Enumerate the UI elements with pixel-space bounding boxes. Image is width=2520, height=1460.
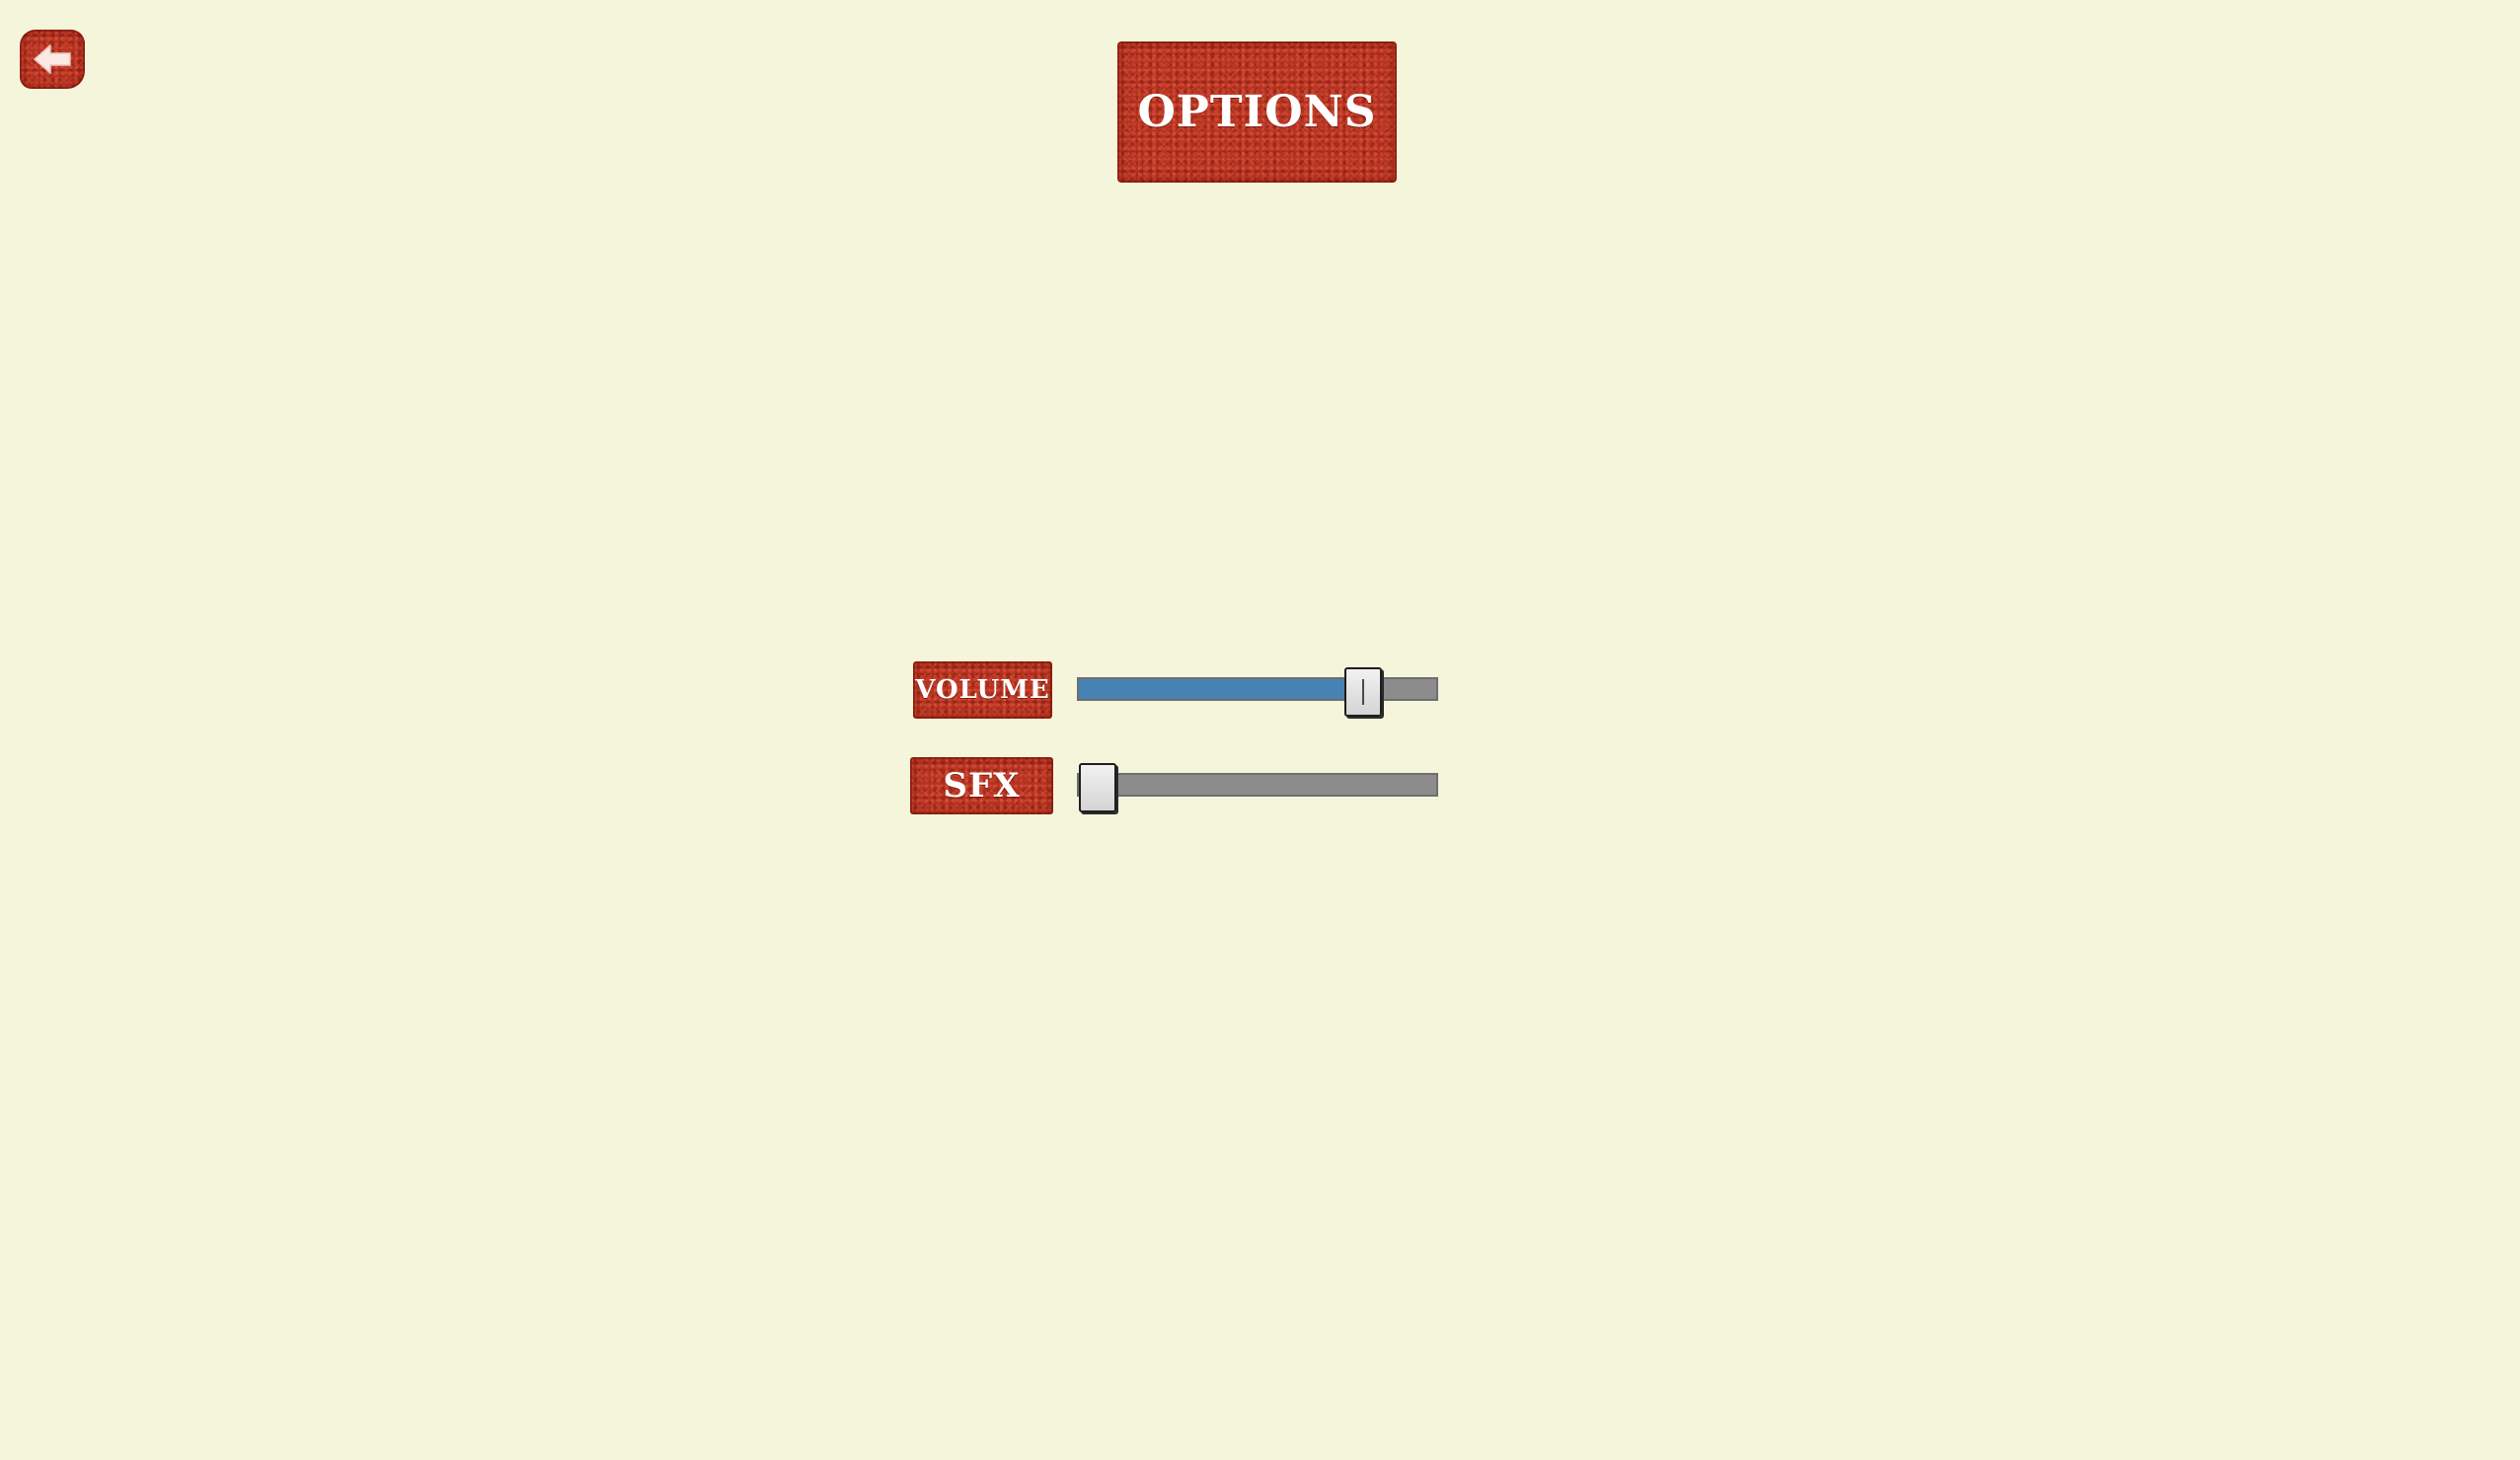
volume-label: VOLUME [913,661,1052,719]
sfx-slider-thumb[interactable] [1079,763,1116,812]
volume-slider-fill [1079,679,1363,699]
back-button[interactable] [20,30,85,89]
left-arrow-icon [34,44,71,74]
sfx-label: SFX [910,757,1053,814]
page-title: OPTIONS [1117,41,1397,183]
volume-slider-thumb[interactable] [1343,667,1382,717]
volume-thumb-grip [1361,679,1364,705]
sfx-slider[interactable] [1077,763,1438,812]
volume-slider[interactable] [1077,667,1438,717]
